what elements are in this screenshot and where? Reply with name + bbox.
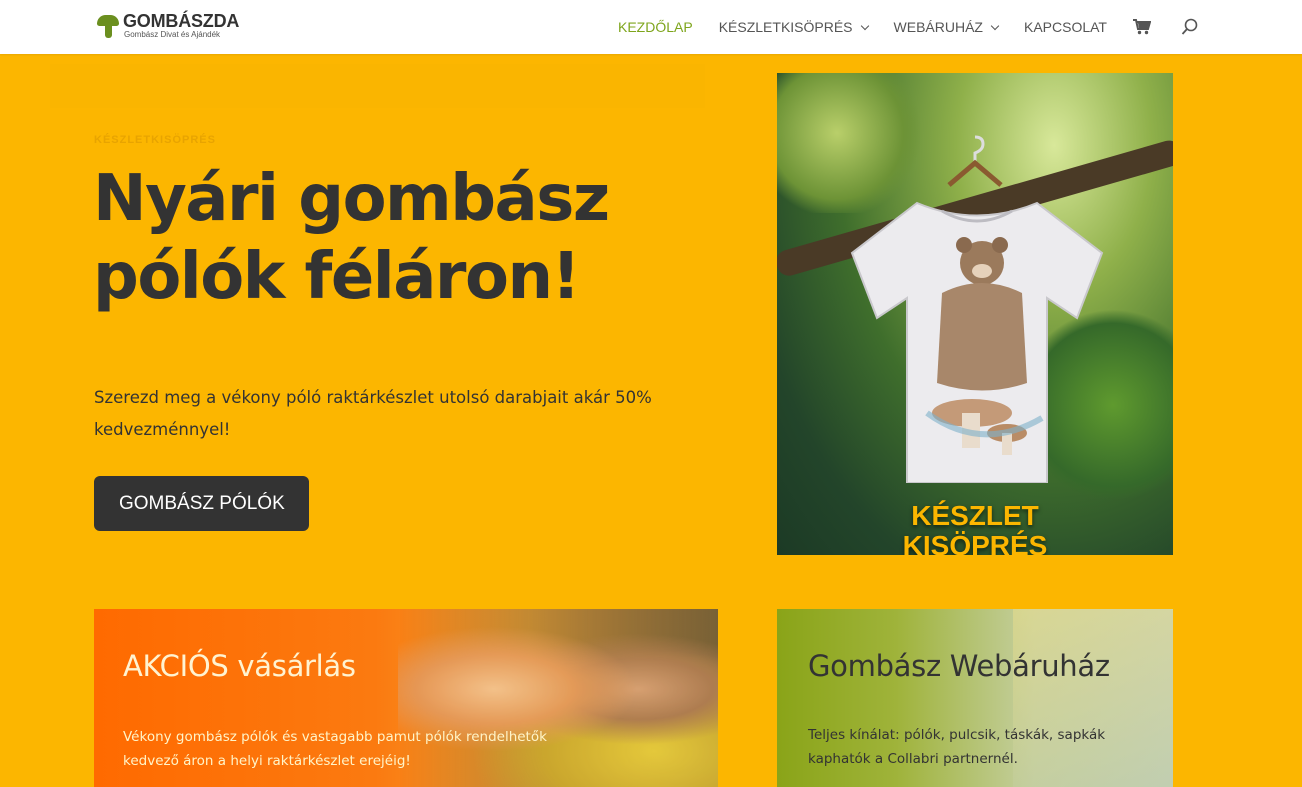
site-header: GOMBÁSZDA Gombász Divat és Ajándék KEZDŐ… bbox=[0, 0, 1302, 54]
main-nav: KEZDŐLAP KÉSZLETKISÖPRÉS WEBÁRUHÁZ KAPCS… bbox=[618, 18, 1199, 36]
stamp-line-1: KÉSZLET bbox=[911, 500, 1039, 531]
tshirt-illustration bbox=[850, 201, 1104, 483]
stamp-line-2: KISÖPRÉS bbox=[902, 530, 1048, 556]
site-logo[interactable]: GOMBÁSZDA Gombász Divat és Ajándék bbox=[96, 12, 239, 42]
hero-eyebrow: KÉSZLETKISÖPRÉS bbox=[94, 134, 216, 146]
nav-item-label: WEBÁRUHÁZ bbox=[893, 19, 983, 35]
search-icon[interactable] bbox=[1181, 18, 1199, 36]
keszlet-kisopres-stamp: KÉSZLET KISÖPRÉS bbox=[777, 500, 1173, 556]
card-title: AKCIÓS vásárlás bbox=[123, 649, 356, 683]
promo-tshirt-image[interactable]: KÉSZLET KISÖPRÉS bbox=[777, 73, 1173, 555]
card-text: Teljes kínálat: pólók, pulcsik, táskák, … bbox=[808, 727, 1106, 767]
brand-name: GOMBÁSZDA bbox=[123, 11, 240, 31]
nav-item-label: KAPCSOLAT bbox=[1023, 19, 1107, 35]
nav-item-webaruhaz[interactable]: WEBÁRUHÁZ bbox=[893, 19, 1000, 35]
headline-line-2: pólók féláron! bbox=[93, 240, 581, 314]
nav-item-kapcsolat[interactable]: KAPCSOLAT bbox=[1024, 19, 1107, 35]
akcios-vasarlas-card[interactable]: AKCIÓS vásárlás Vékony gombász pólók és … bbox=[94, 609, 718, 787]
chevron-down-icon bbox=[990, 21, 1000, 30]
nav-item-label: KÉSZLETKISÖPRÉS bbox=[718, 19, 853, 35]
nav-item-keszletkisopres[interactable]: KÉSZLETKISÖPRÉS bbox=[718, 19, 869, 35]
cart-icon[interactable] bbox=[1132, 19, 1152, 35]
nav-item-kezdolap[interactable]: KEZDŐLAP bbox=[618, 19, 693, 35]
headline-line-1: Nyári gombász bbox=[93, 162, 610, 236]
hero-description: Szerezd meg a vékony póló raktárkészlet … bbox=[94, 388, 652, 439]
card-title: Gombász Webáruház bbox=[808, 649, 1110, 683]
gombasz-webaruhaz-card[interactable]: Gombász Webáruház Teljes kínálat: pólók,… bbox=[777, 609, 1173, 787]
brand-tagline: Gombász Divat és Ajándék bbox=[124, 30, 221, 39]
chevron-down-icon bbox=[860, 21, 869, 30]
gombasz-polok-button[interactable]: GOMBÁSZ PÓLÓK bbox=[94, 476, 309, 531]
hero-headline: Nyári gombász pólók féláron! bbox=[93, 160, 713, 316]
nav-item-label: KEZDŐLAP bbox=[618, 19, 693, 35]
mushroom-logo-icon bbox=[96, 12, 120, 42]
card-text: Vékony gombász pólók és vastagabb pamut … bbox=[123, 729, 547, 769]
hero-decor-band bbox=[50, 64, 705, 108]
